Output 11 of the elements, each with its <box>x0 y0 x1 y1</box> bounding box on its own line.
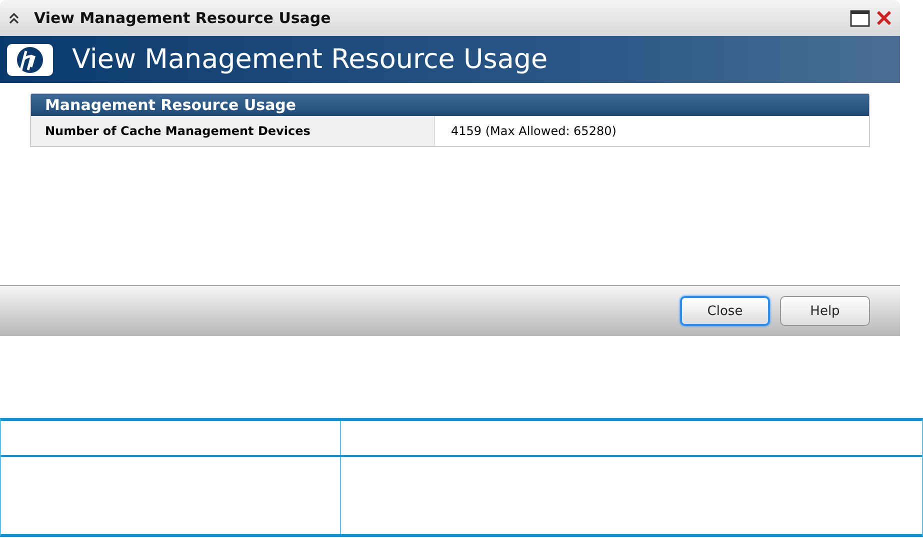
logo-icon <box>6 42 54 76</box>
maximize-icon[interactable] <box>850 10 870 26</box>
dialog-button[interactable]: Help <box>780 296 870 326</box>
banner-title: View Management Resource Usage <box>72 44 548 75</box>
close-icon[interactable] <box>876 10 892 26</box>
dialog-button[interactable]: Close <box>680 296 770 326</box>
row-label: Number of Cache Management Devices <box>31 116 435 146</box>
window-title: View Management Resource Usage <box>34 9 332 27</box>
row-value: 4159 (Max Allowed: 65280) <box>450 124 616 138</box>
panel-title: Management Resource Usage <box>31 94 869 116</box>
collapse-icon[interactable] <box>8 12 20 24</box>
